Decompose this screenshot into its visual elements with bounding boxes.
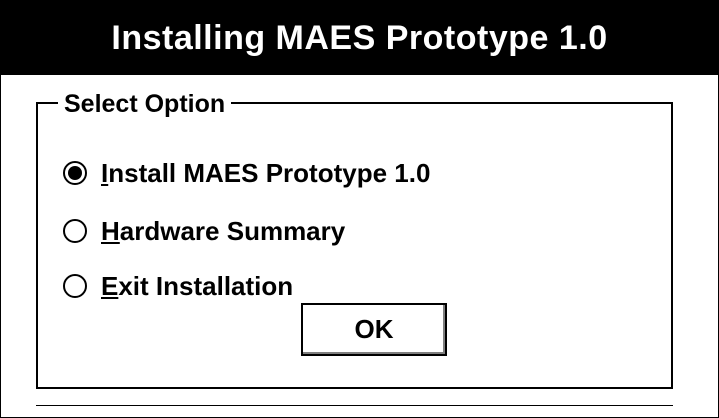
radio-install[interactable] — [63, 161, 87, 185]
installer-dialog: Installing MAES Prototype 1.0 Select Opt… — [0, 0, 719, 418]
dialog-title-bar: Installing MAES Prototype 1.0 — [1, 1, 718, 75]
ok-button[interactable]: OK — [301, 303, 447, 356]
option-install[interactable]: Install MAES Prototype 1.0 — [63, 156, 430, 190]
radio-exit-installation[interactable] — [63, 274, 87, 298]
option-exit-installation-label: Exit Installation — [101, 270, 294, 301]
radio-hardware-summary[interactable] — [63, 219, 87, 243]
option-install-label: Install MAES Prototype 1.0 — [101, 157, 431, 188]
option-hardware-summary-label: Hardware Summary — [101, 215, 346, 246]
ok-button-label: OK — [354, 314, 394, 344]
option-exit-installation[interactable]: Exit Installation — [63, 269, 293, 303]
select-option-group: Select Option Install MAES Prototype 1.0… — [36, 90, 673, 389]
option-hardware-summary[interactable]: Hardware Summary — [63, 214, 345, 248]
group-label: Select Option — [58, 90, 232, 118]
divider — [36, 405, 673, 406]
dialog-title: Installing MAES Prototype 1.0 — [111, 18, 608, 57]
